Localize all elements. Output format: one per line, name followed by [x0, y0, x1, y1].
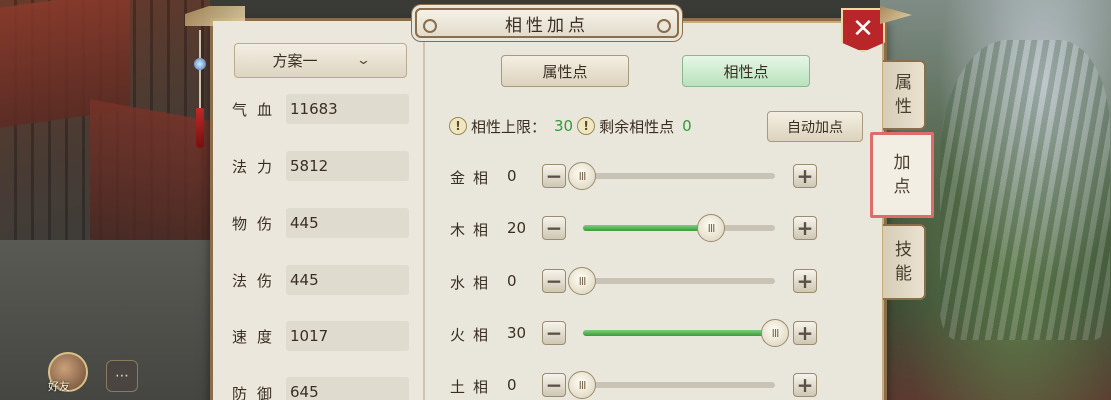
remaining-points-label: 剩余相性点 [599, 117, 675, 136]
affinity-slider-fill [583, 330, 775, 336]
minus-icon: − [545, 164, 563, 188]
stat-value-phys-dmg: 445 [286, 208, 409, 238]
scheme-dropdown[interactable]: 方案一 ⌄ [234, 43, 407, 78]
remaining-points-value: 0 [682, 117, 692, 135]
stat-label-phys-dmg: 物伤 [232, 215, 283, 233]
plus-icon: + [796, 164, 814, 188]
plus-icon: + [796, 321, 814, 345]
affinity-slider-thumb-water[interactable]: III [568, 267, 596, 295]
tab-attribute-points[interactable]: 属性点 [501, 55, 629, 87]
affinity-label-fire: 火相 [450, 326, 497, 344]
stat-label-speed: 速度 [232, 328, 283, 346]
plus-button-earth[interactable]: + [793, 373, 817, 397]
friend-label: 好友 [48, 380, 70, 393]
game-scene-left [0, 0, 210, 400]
affinity-value-fire: 30 [507, 324, 527, 342]
friend-button[interactable]: 好友 [40, 352, 104, 396]
side-tab-text: 技 [895, 240, 912, 260]
affinity-slider-track-water[interactable] [583, 278, 775, 284]
stat-value-magic-dmg: 445 [286, 265, 409, 295]
panel-title: 相性加点 [415, 8, 679, 38]
stat-label-hp: 气血 [232, 101, 283, 119]
minus-button-water[interactable]: − [542, 269, 566, 293]
minus-button-metal[interactable]: − [542, 164, 566, 188]
side-tab-attributes[interactable]: 属 性 [883, 60, 926, 130]
minus-button-wood[interactable]: − [542, 216, 566, 240]
minus-button-fire[interactable]: − [542, 321, 566, 345]
plus-button-water[interactable]: + [793, 269, 817, 293]
affinity-slider-track-metal[interactable] [583, 173, 775, 179]
affinity-slider-thumb-fire[interactable]: III [761, 319, 789, 347]
affinity-cap-label: 相性上限： [471, 117, 547, 136]
affinity-label-earth: 土相 [450, 378, 497, 396]
side-tab-text: 性 [895, 97, 912, 117]
chat-button[interactable]: ⋯ [106, 360, 138, 392]
plus-icon: + [796, 269, 814, 293]
chat-icon: ⋯ [115, 368, 129, 384]
affinity-label-water: 水相 [450, 274, 497, 292]
affinity-value-wood: 20 [507, 219, 527, 237]
affinity-slider-track-wood[interactable] [583, 225, 775, 231]
stat-label-defense: 防御 [232, 385, 283, 400]
warning-icon[interactable]: ! [577, 117, 596, 135]
side-tab-add-points[interactable]: 加 点 [870, 132, 934, 218]
chevron-down-icon: ⌄ [355, 53, 371, 68]
plus-button-fire[interactable]: + [793, 321, 817, 345]
minus-icon: − [545, 216, 563, 240]
stat-value-hp: 11683 [286, 94, 409, 124]
affinity-value-water: 0 [507, 272, 517, 290]
affinity-value-metal: 0 [507, 167, 517, 185]
pendant-ornament [190, 30, 210, 148]
stat-label-magic-dmg: 法伤 [232, 272, 283, 290]
affinity-slider-fill [583, 225, 711, 231]
auto-allocate-button[interactable]: 自动加点 [767, 111, 863, 142]
side-tab-text: 点 [893, 177, 911, 197]
affinity-info: ! 相性上限： 30 ! 剩余相性点 0 [449, 116, 696, 136]
affinity-slider-track-fire[interactable] [583, 330, 775, 336]
plus-button-metal[interactable]: + [793, 164, 817, 188]
stat-value-defense: 645 [286, 377, 409, 400]
plus-icon: + [796, 373, 814, 397]
affinity-slider-thumb-earth[interactable]: III [568, 371, 596, 399]
scene-tree [940, 40, 1110, 340]
side-tab-text: 加 [893, 153, 911, 173]
minus-button-earth[interactable]: − [542, 373, 566, 397]
side-tab-skills[interactable]: 技 能 [883, 224, 926, 300]
warning-icon[interactable]: ! [449, 117, 467, 135]
affinity-value-earth: 0 [507, 376, 517, 394]
scene-ground [0, 240, 210, 400]
affinity-slider-track-earth[interactable] [583, 382, 775, 388]
side-tab-text: 能 [895, 264, 912, 284]
minus-icon: − [545, 269, 563, 293]
plus-button-wood[interactable]: + [793, 216, 817, 240]
affinity-slider-thumb-metal[interactable]: III [568, 162, 596, 190]
tab-affinity-points[interactable]: 相性点 [682, 55, 810, 87]
affinity-label-metal: 金相 [450, 169, 497, 187]
scheme-selected: 方案一 [272, 52, 318, 70]
minus-icon: − [545, 321, 563, 345]
stat-value-speed: 1017 [286, 321, 409, 351]
minus-icon: − [545, 373, 563, 397]
panel-title-text: 相性加点 [505, 15, 589, 36]
affinity-label-wood: 木相 [450, 221, 497, 239]
affinity-cap-value: 30 [554, 117, 574, 135]
stat-value-mana: 5812 [286, 151, 409, 181]
affinity-slider-thumb-wood[interactable]: III [697, 214, 725, 242]
plus-icon: + [796, 216, 814, 240]
close-icon: ✕ [852, 14, 874, 44]
side-tab-text: 属 [895, 73, 912, 93]
stat-label-mana: 法力 [232, 158, 283, 176]
